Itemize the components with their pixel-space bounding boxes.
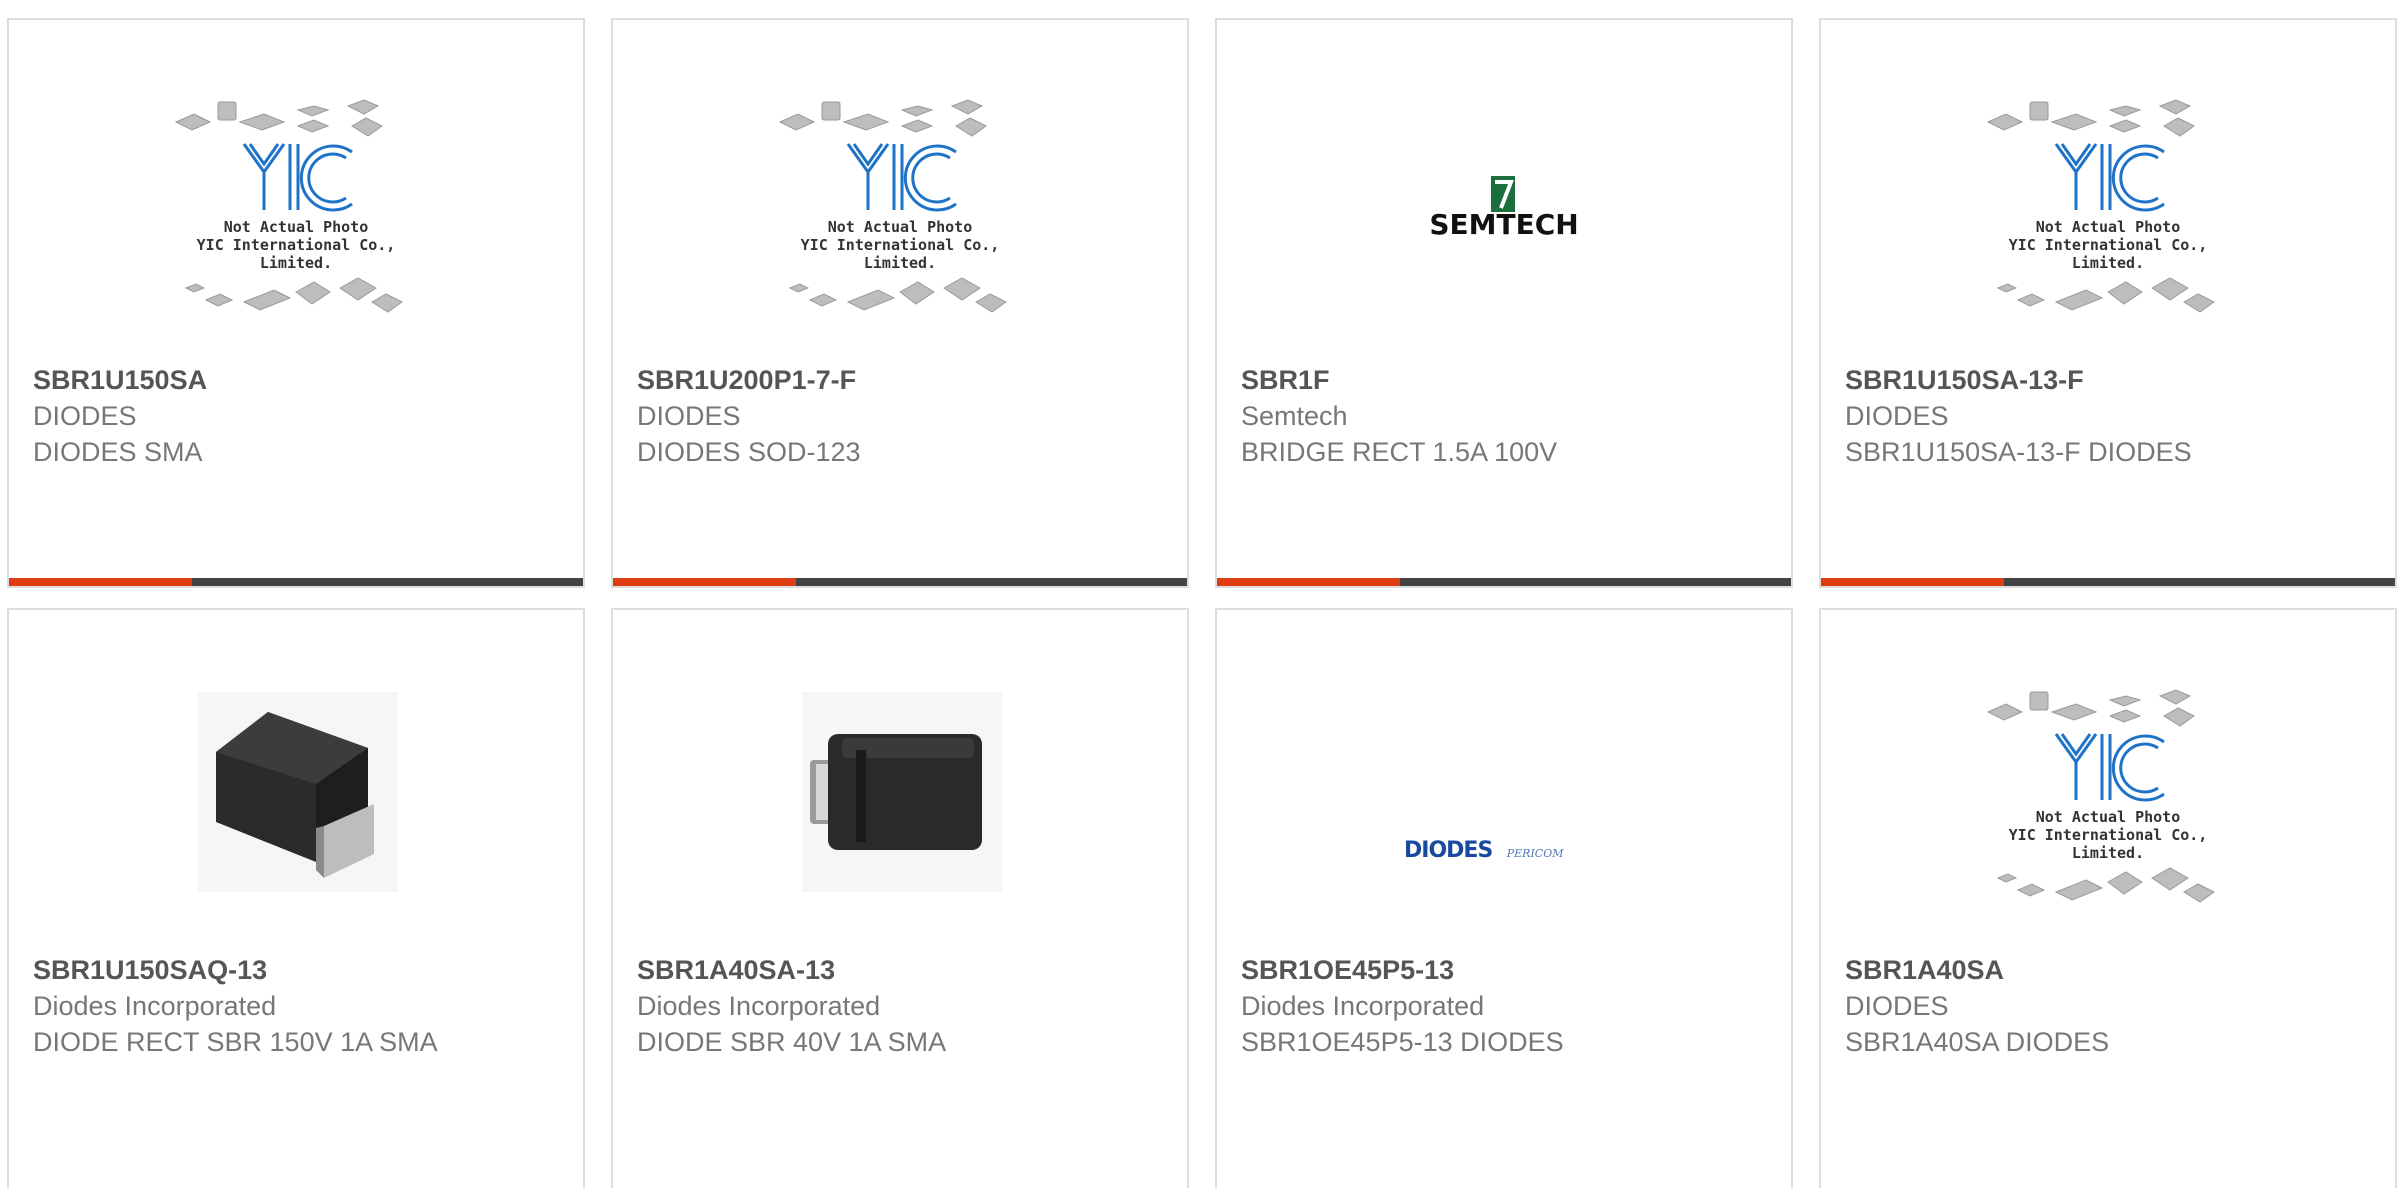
accent-bar	[1821, 578, 2004, 586]
description: DIODES SOD-123	[637, 437, 861, 467]
placeholder-caption-1: Not Actual Photo	[2035, 218, 2181, 236]
description: SBR1U150SA-13-F DIODES	[1845, 437, 2192, 467]
accent-bar	[1217, 578, 1400, 586]
product-card[interactable]: Not Actual Photo YIC International Co., …	[1819, 18, 2397, 588]
description: SBR1A40SA DIODES	[1845, 1027, 2110, 1057]
part-number[interactable]: SBR1A40SA-13	[637, 952, 1177, 988]
product-info: SBR1U150SA DIODES DIODES SMA	[33, 362, 573, 470]
chip-icons	[1986, 689, 2215, 903]
product-info: SBR1F Semtech BRIDGE RECT 1.5A 100V	[1241, 362, 1781, 470]
product-image[interactable]: SEMTECH	[1217, 92, 1791, 372]
product-card[interactable]: Not Actual Photo YIC International Co., …	[7, 18, 585, 588]
description: DIODES SMA	[33, 437, 203, 467]
chip-icons	[174, 99, 403, 313]
manufacturer: DIODES	[637, 401, 741, 431]
part-number[interactable]: SBR1U200P1-7-F	[637, 362, 1177, 398]
card-footer-bar	[613, 578, 1187, 586]
product-image[interactable]	[9, 682, 583, 962]
product-info: SBR1A40SA-13 Diodes Incorporated DIODE S…	[637, 952, 1177, 1060]
placeholder-caption-2: YIC International Co., Limited.	[2008, 826, 2208, 862]
description: DIODE SBR 40V 1A SMA	[637, 1027, 947, 1057]
manufacturer: DIODES	[1845, 401, 1949, 431]
manufacturer: DIODES	[33, 401, 137, 431]
placeholder-image: Not Actual Photo YIC International Co., …	[1978, 682, 2238, 922]
sma-package-icon	[198, 692, 398, 892]
product-card[interactable]: Not Actual Photo YIC International Co., …	[1819, 608, 2397, 1188]
description: SBR1OE45P5-13 DIODES	[1241, 1027, 1564, 1057]
part-number[interactable]: SBR1OE45P5-13	[1241, 952, 1781, 988]
product-info: SBR1U200P1-7-F DIODES DIODES SOD-123	[637, 362, 1177, 470]
placeholder-image: Not Actual Photo YIC International Co., …	[166, 92, 426, 332]
part-number[interactable]: SBR1A40SA	[1845, 952, 2385, 988]
manufacturer: Semtech	[1241, 401, 1348, 431]
product-card[interactable]: SBR1U150SAQ-13 Diodes Incorporated DIODE…	[7, 608, 585, 1188]
product-image[interactable]: Not Actual Photo YIC International Co., …	[1821, 92, 2395, 372]
semtech-wordmark: SEMTECH	[1429, 208, 1579, 241]
part-number[interactable]: SBR1U150SA	[33, 362, 573, 398]
product-image[interactable]: Not Actual Photo YIC International Co., …	[1821, 682, 2395, 962]
product-info: SBR1A40SA DIODES SBR1A40SA DIODES	[1845, 952, 2385, 1060]
product-card[interactable]: SEMTECH SBR1F Semtech BRIDGE RECT 1.5A 1…	[1215, 18, 1793, 588]
card-footer-bar	[1217, 578, 1791, 586]
placeholder-image: Not Actual Photo YIC International Co., …	[770, 92, 1030, 332]
product-info: SBR1U150SAQ-13 Diodes Incorporated DIODE…	[33, 952, 573, 1060]
sma-package-icon	[802, 692, 1002, 892]
part-number[interactable]: SBR1U150SAQ-13	[33, 952, 573, 988]
placeholder-caption-2: YIC International Co., Limited.	[196, 236, 396, 272]
manufacturer: Diodes Incorporated	[1241, 991, 1485, 1021]
pericom-wordmark: PERICOM	[1506, 847, 1564, 860]
placeholder-caption-2: YIC International Co., Limited.	[800, 236, 1000, 272]
chip-icons	[1986, 99, 2215, 313]
placeholder-caption-1: Not Actual Photo	[827, 218, 973, 236]
manufacturer: Diodes Incorporated	[33, 991, 277, 1021]
manufacturer: Diodes Incorporated	[637, 991, 881, 1021]
card-footer-bar	[9, 578, 583, 586]
product-info: SBR1U150SA-13-F DIODES SBR1U150SA-13-F D…	[1845, 362, 2385, 470]
product-image[interactable]: Not Actual Photo YIC International Co., …	[9, 92, 583, 372]
semtech-logo: SEMTECH	[1399, 174, 1609, 241]
manufacturer: DIODES	[1845, 991, 1949, 1021]
product-card[interactable]: DIODES PERICOM SBR1OE45P5-13 Diodes Inco…	[1215, 608, 1793, 1188]
part-number[interactable]: SBR1U150SA-13-F	[1845, 362, 2385, 398]
diodes-pericom-logo: DIODES PERICOM	[1404, 838, 1604, 863]
placeholder-caption-1: Not Actual Photo	[2035, 808, 2181, 826]
part-number[interactable]: SBR1F	[1241, 362, 1781, 398]
diodes-wordmark: DIODES	[1404, 838, 1493, 863]
placeholder-image: Not Actual Photo YIC International Co., …	[1978, 92, 2238, 332]
description: DIODE RECT SBR 150V 1A SMA	[33, 1027, 438, 1057]
accent-bar	[9, 578, 192, 586]
description: BRIDGE RECT 1.5A 100V	[1241, 437, 1558, 467]
product-image[interactable]: DIODES PERICOM	[1217, 682, 1791, 962]
product-image[interactable]: Not Actual Photo YIC International Co., …	[613, 92, 1187, 372]
chip-icons	[778, 99, 1007, 313]
product-grid: Not Actual Photo YIC International Co., …	[0, 0, 2400, 1188]
placeholder-caption-2: YIC International Co., Limited.	[2008, 236, 2208, 272]
product-card[interactable]: SBR1A40SA-13 Diodes Incorporated DIODE S…	[611, 608, 1189, 1188]
product-image[interactable]	[613, 682, 1187, 962]
product-card[interactable]: Not Actual Photo YIC International Co., …	[611, 18, 1189, 588]
product-info: SBR1OE45P5-13 Diodes Incorporated SBR1OE…	[1241, 952, 1781, 1060]
placeholder-caption-1: Not Actual Photo	[223, 218, 369, 236]
card-footer-bar	[1821, 578, 2395, 586]
accent-bar	[613, 578, 796, 586]
